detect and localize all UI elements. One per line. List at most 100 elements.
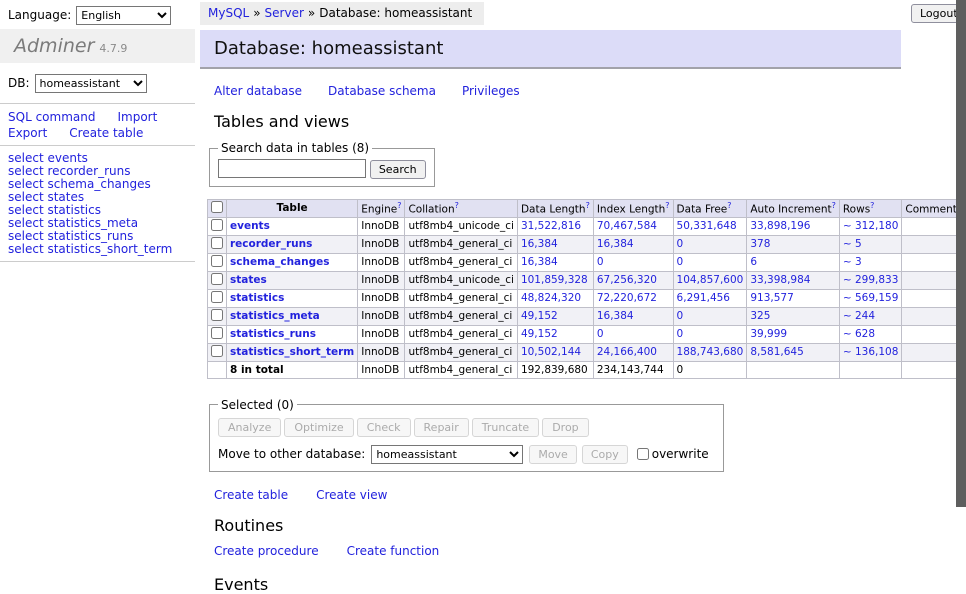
create-table-link[interactable]: Create table [214, 488, 288, 502]
data-length-cell: 101,859,328 [517, 271, 593, 289]
database-schema-link[interactable]: Database schema [328, 84, 436, 98]
move-button[interactable]: Move [529, 445, 577, 464]
collation-cell: utf8mb4_unicode_ci [405, 217, 517, 235]
rows-cell: ~ 299,833 [839, 271, 902, 289]
db-select[interactable]: homeassistant [35, 74, 147, 93]
optimize-button[interactable]: Optimize [284, 418, 353, 437]
truncate-button[interactable]: Truncate [472, 418, 539, 437]
search-button[interactable]: Search [370, 160, 426, 179]
row-checkbox[interactable] [211, 309, 223, 321]
export-link[interactable]: Export [8, 126, 47, 140]
help-icon[interactable]: ? [727, 201, 731, 210]
row-checkbox[interactable] [211, 237, 223, 249]
search-fieldset: Search data in tables (8) Search [209, 141, 435, 187]
breadcrumb-server-link[interactable]: Server [265, 6, 304, 20]
help-icon[interactable]: ? [586, 201, 590, 210]
row-checkbox[interactable] [211, 291, 223, 303]
engine-cell: InnoDB [358, 325, 405, 343]
table-name-cell: events [227, 217, 358, 235]
data-free-cell: 0 [673, 307, 747, 325]
table-row: statesInnoDButf8mb4_unicode_ci101,859,32… [208, 271, 965, 289]
data-free-cell: 0 [673, 325, 747, 343]
table-link-states[interactable]: states [230, 274, 267, 286]
data-length-cell: 49,152 [517, 325, 593, 343]
data-length-cell: 16,384 [517, 253, 593, 271]
row-checkbox[interactable] [211, 327, 223, 339]
help-icon[interactable]: ? [665, 201, 669, 210]
analyze-button[interactable]: Analyze [218, 418, 281, 437]
table-link-statistics-runs[interactable]: statistics_runs [230, 328, 316, 340]
check-button[interactable]: Check [357, 418, 411, 437]
data-free-cell: 6,291,456 [673, 289, 747, 307]
adminer-logo[interactable]: Adminer [14, 35, 94, 57]
column-header-auto-increment: Auto Increment? [747, 199, 840, 217]
sidebar-actions: SQL command Import Export Create table [8, 109, 190, 141]
breadcrumb-mysql-link[interactable]: MySQL [208, 6, 249, 20]
table-row: statistics_short_termInnoDButf8mb4_gener… [208, 343, 965, 361]
selected-fieldset: Selected (0) AnalyzeOptimizeCheckRepairT… [209, 398, 724, 472]
table-link-statistics[interactable]: statistics [230, 292, 284, 304]
create-function-link[interactable]: Create function [347, 544, 440, 558]
total-checkbox-cell [208, 361, 227, 378]
column-header-rows: Rows? [839, 199, 902, 217]
total-data-free-cell: 0 [673, 361, 747, 378]
drop-button[interactable]: Drop [542, 418, 588, 437]
table-link-recorder-runs[interactable]: recorder_runs [230, 238, 312, 250]
create-procedure-link[interactable]: Create procedure [214, 544, 319, 558]
engine-cell: InnoDB [358, 289, 405, 307]
index-length-cell: 24,166,400 [593, 343, 673, 361]
sidebar: Language:English Adminer 4.7.9 DB:homeas… [0, 0, 195, 543]
row-checkbox[interactable] [211, 273, 223, 285]
overwrite-checkbox[interactable] [637, 448, 649, 460]
help-icon[interactable]: ? [397, 201, 401, 210]
breadcrumb-separator: » [253, 6, 260, 20]
copy-button[interactable]: Copy [582, 445, 628, 464]
collation-cell: utf8mb4_general_ci [405, 235, 517, 253]
data-length-cell: 49,152 [517, 307, 593, 325]
search-input[interactable] [218, 159, 366, 178]
select-all-checkbox[interactable] [211, 201, 223, 213]
index-length-cell: 16,384 [593, 235, 673, 253]
empty-cell [747, 361, 840, 378]
engine-cell: InnoDB [358, 235, 405, 253]
repair-button[interactable]: Repair [414, 418, 469, 437]
sidebar-select-statistics-short-term-link[interactable]: select statistics_short_term [8, 243, 194, 256]
scrollbar-thumb[interactable] [956, 0, 966, 507]
table-link-statistics-meta[interactable]: statistics_meta [230, 310, 320, 322]
row-checkbox-cell [208, 217, 227, 235]
move-row: Move to other database: homeassistant Mo… [218, 445, 715, 464]
collation-cell: utf8mb4_general_ci [405, 307, 517, 325]
column-header-data-length: Data Length? [517, 199, 593, 217]
help-icon[interactable]: ? [832, 201, 836, 210]
selected-legend: Selected (0) [218, 398, 297, 412]
sql-command-link[interactable]: SQL command [8, 110, 95, 124]
alter-database-link[interactable]: Alter database [214, 84, 302, 98]
help-icon[interactable]: ? [870, 201, 874, 210]
table-link-schema-changes[interactable]: schema_changes [230, 256, 330, 268]
create-view-link[interactable]: Create view [316, 488, 387, 502]
import-link[interactable]: Import [117, 110, 157, 124]
privileges-link[interactable]: Privileges [462, 84, 520, 98]
overwrite-label: overwrite [652, 447, 709, 461]
language-label: Language: [8, 8, 71, 22]
row-checkbox-cell [208, 271, 227, 289]
breadcrumb-separator: » [308, 6, 315, 20]
data-free-cell: 50,331,648 [673, 217, 747, 235]
move-label: Move to other database: [218, 447, 365, 461]
move-database-select[interactable]: homeassistant [371, 445, 523, 464]
table-row: statistics_runsInnoDButf8mb4_general_ci4… [208, 325, 965, 343]
table-name-cell: statistics_meta [227, 307, 358, 325]
help-icon[interactable]: ? [455, 201, 459, 210]
data-length-cell: 10,502,144 [517, 343, 593, 361]
row-checkbox[interactable] [211, 255, 223, 267]
table-name-cell: statistics_runs [227, 325, 358, 343]
table-link-events[interactable]: events [230, 220, 270, 232]
engine-cell: InnoDB [358, 307, 405, 325]
index-length-cell: 67,256,320 [593, 271, 673, 289]
row-checkbox[interactable] [211, 219, 223, 231]
create-table-link-sidebar[interactable]: Create table [69, 126, 143, 140]
language-select[interactable]: English [76, 6, 171, 25]
row-checkbox[interactable] [211, 345, 223, 357]
scrollbar-track[interactable] [956, 0, 966, 543]
table-link-statistics-short-term[interactable]: statistics_short_term [230, 346, 354, 358]
